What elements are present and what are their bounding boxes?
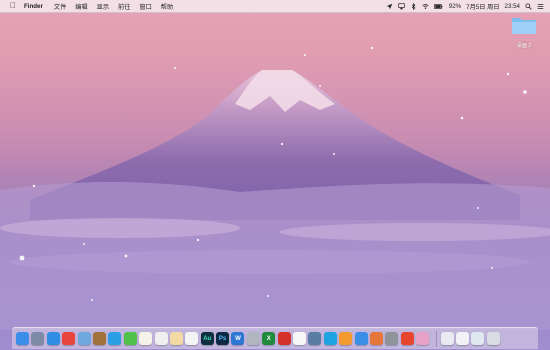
dock-downloads-icon[interactable] bbox=[440, 332, 454, 345]
dock-safari-icon[interactable] bbox=[46, 332, 60, 345]
menu-view[interactable]: 显示 bbox=[97, 2, 109, 11]
dock-chrome-icon[interactable] bbox=[62, 332, 76, 345]
dock-vpn-icon[interactable] bbox=[369, 332, 383, 345]
dock-pages-icon[interactable] bbox=[169, 332, 183, 345]
wifi-icon[interactable] bbox=[422, 3, 429, 10]
menu-edit[interactable]: 编辑 bbox=[75, 2, 87, 11]
dock-launchpad-icon[interactable] bbox=[31, 332, 45, 345]
dock-messages-icon[interactable] bbox=[123, 332, 137, 345]
battery-percent: 92% bbox=[448, 2, 462, 10]
dock-word-icon[interactable]: W bbox=[231, 332, 245, 345]
desktop:  Finder 文件 编辑 显示 前往 窗口 帮助 92% 7月5日 周日 2… bbox=[0, 0, 550, 350]
search-icon[interactable] bbox=[525, 2, 532, 10]
dock-reeder-icon[interactable] bbox=[400, 332, 414, 345]
dock-documents-icon[interactable] bbox=[455, 332, 469, 345]
dock-qq-penguin-icon[interactable] bbox=[323, 332, 337, 345]
folder-label[interactable]: 桌面 2 bbox=[509, 42, 539, 49]
folder-icon bbox=[512, 18, 536, 34]
dock-notes-icon[interactable] bbox=[139, 332, 153, 345]
menu-window[interactable]: 窗口 bbox=[139, 2, 151, 11]
dock-netease-music-icon[interactable] bbox=[277, 332, 291, 345]
dock-bird-icon[interactable] bbox=[308, 332, 322, 345]
dock: Au Ps W X bbox=[12, 327, 538, 349]
dock-qq-icon[interactable] bbox=[108, 332, 122, 345]
dock-petal-icon[interactable] bbox=[416, 332, 430, 345]
dock-desktop-stack-icon[interactable] bbox=[471, 332, 485, 345]
list-icon[interactable] bbox=[537, 3, 544, 10]
dock-calendar-icon[interactable] bbox=[185, 332, 199, 345]
battery-icon[interactable] bbox=[434, 3, 443, 10]
date-text[interactable]: 7月5日 周日 bbox=[466, 2, 499, 11]
dock-appstore-icon[interactable] bbox=[354, 332, 368, 345]
dock-books-icon[interactable] bbox=[92, 332, 106, 345]
dock-photoshop-icon[interactable]: Ps bbox=[216, 332, 230, 345]
dock-system-preferences-icon[interactable] bbox=[385, 332, 399, 345]
dock-preview-icon[interactable] bbox=[77, 332, 91, 345]
dock-textedit-icon[interactable] bbox=[154, 332, 168, 345]
menu-help[interactable]: 帮助 bbox=[161, 2, 173, 11]
apple-icon[interactable]:  bbox=[9, 0, 17, 12]
dock-system-icon[interactable] bbox=[246, 332, 260, 345]
dock-ibooks-icon[interactable] bbox=[339, 332, 353, 345]
menu-go[interactable]: 前往 bbox=[118, 2, 130, 11]
location-icon[interactable] bbox=[386, 3, 393, 10]
dock-audition-icon[interactable]: Au bbox=[200, 332, 214, 345]
clock-text[interactable]: 23:54 bbox=[505, 3, 520, 10]
dock-excel-icon[interactable]: X bbox=[262, 332, 276, 345]
menu-file[interactable]: 文件 bbox=[54, 2, 66, 11]
dock-trash-icon[interactable] bbox=[486, 332, 500, 345]
dock-separator bbox=[435, 330, 437, 347]
bluetooth-icon[interactable] bbox=[410, 2, 417, 10]
dock-finder-icon[interactable] bbox=[16, 332, 29, 345]
menu-bar:  Finder 文件 编辑 显示 前往 窗口 帮助 92% 7月5日 周日 2… bbox=[0, 0, 550, 13]
app-name-menu[interactable]: Finder bbox=[24, 3, 43, 10]
desktop-folder[interactable]: 桌面 2 bbox=[509, 15, 539, 49]
airplay-icon[interactable] bbox=[398, 2, 405, 10]
wallpaper-mount-fuji bbox=[0, 46, 550, 330]
dock-photos-icon[interactable] bbox=[293, 332, 307, 345]
